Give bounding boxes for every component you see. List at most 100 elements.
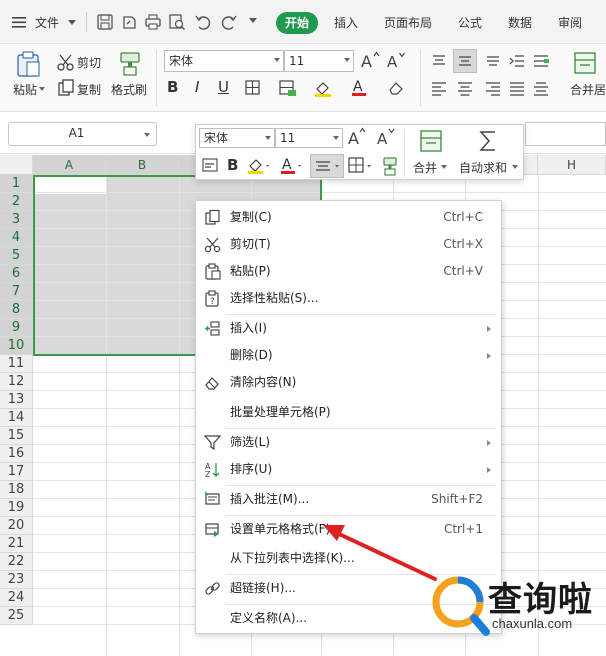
- align-left-icon[interactable]: [430, 79, 448, 97]
- paste-button[interactable]: 粘贴: [13, 81, 37, 98]
- row-header[interactable]: 3: [0, 211, 33, 229]
- row-header[interactable]: 5: [0, 247, 33, 265]
- align-center-icon[interactable]: [456, 79, 474, 97]
- tab-home[interactable]: 开始: [276, 12, 318, 34]
- undo-icon[interactable]: [194, 13, 212, 31]
- fill-color-icon[interactable]: [313, 79, 333, 97]
- menu-item-sort[interactable]: AZ 排序(U): [196, 456, 501, 483]
- file-menu[interactable]: 文件: [35, 12, 59, 34]
- align-middle-icon[interactable]: [453, 49, 477, 73]
- tab-formulas[interactable]: 公式: [458, 12, 482, 34]
- menu-item-batch-process[interactable]: 批量处理单元格(P): [196, 399, 501, 426]
- increase-font-icon[interactable]: A: [347, 127, 367, 147]
- menu-item-cut[interactable]: 剪切(T) Ctrl+X: [196, 231, 501, 258]
- cut-button[interactable]: 剪切: [77, 54, 101, 71]
- row-header[interactable]: 20: [0, 517, 33, 535]
- menu-item-insert-comment[interactable]: 插入批注(M)... Shift+F2: [196, 486, 501, 513]
- menu-item-insert[interactable]: 插入(I): [196, 315, 501, 342]
- sigma-icon[interactable]: [477, 128, 499, 154]
- row-header[interactable]: 22: [0, 553, 33, 571]
- clear-format-icon[interactable]: [387, 79, 405, 97]
- print-preview-icon[interactable]: [168, 13, 186, 31]
- row-header[interactable]: 2: [0, 193, 33, 211]
- row-header[interactable]: 1: [0, 175, 33, 193]
- italic-icon[interactable]: I: [195, 78, 211, 96]
- decrease-font-icon[interactable]: A: [386, 50, 406, 70]
- tab-page-layout[interactable]: 页面布局: [384, 12, 432, 34]
- align-right-icon[interactable]: [484, 79, 502, 97]
- mini-font-size-select[interactable]: 11: [275, 128, 343, 148]
- row-header[interactable]: 24: [0, 589, 33, 607]
- fill-color-icon[interactable]: [247, 156, 273, 176]
- chevron-down-icon[interactable]: [39, 87, 45, 91]
- row-header[interactable]: 18: [0, 481, 33, 499]
- row-header[interactable]: 6: [0, 265, 33, 283]
- scissors-icon[interactable]: [56, 52, 76, 72]
- menu-item-copy[interactable]: 复制(C) Ctrl+C: [196, 204, 501, 231]
- menu-item-paste-special[interactable]: ? 选择性粘贴(S)...: [196, 285, 501, 312]
- decrease-font-icon[interactable]: A: [376, 127, 396, 147]
- row-header[interactable]: 8: [0, 301, 33, 319]
- row-header[interactable]: 4: [0, 229, 33, 247]
- align-center-icon[interactable]: [310, 154, 344, 178]
- align-top-icon[interactable]: [430, 52, 448, 70]
- indent-icon[interactable]: [508, 52, 526, 70]
- column-header-h[interactable]: H: [538, 155, 606, 175]
- row-header[interactable]: 15: [0, 427, 33, 445]
- row-header[interactable]: 9: [0, 319, 33, 337]
- font-name-select[interactable]: 宋体: [164, 50, 284, 72]
- row-header[interactable]: 25: [0, 607, 33, 625]
- distribute-icon[interactable]: [532, 79, 550, 97]
- row-header[interactable]: 17: [0, 463, 33, 481]
- format-painter-icon[interactable]: [381, 156, 399, 176]
- border-icon[interactable]: [347, 156, 375, 176]
- bold-icon[interactable]: B: [227, 156, 241, 174]
- copy-icon[interactable]: [56, 78, 76, 98]
- menu-item-filter[interactable]: 筛选(L): [196, 429, 501, 456]
- merge-center-icon[interactable]: [572, 50, 598, 76]
- paste-icon[interactable]: [14, 50, 42, 78]
- chevron-down-icon[interactable]: [144, 133, 150, 137]
- column-header-a[interactable]: A: [33, 155, 106, 175]
- tab-review[interactable]: 审阅: [558, 12, 582, 34]
- hamburger-icon[interactable]: [12, 15, 26, 29]
- customize-quick-access-icon[interactable]: [249, 18, 257, 23]
- row-header[interactable]: 21: [0, 535, 33, 553]
- row-header[interactable]: 12: [0, 373, 33, 391]
- format-painter-icon[interactable]: [117, 50, 143, 78]
- font-color-icon[interactable]: A: [279, 155, 305, 177]
- menu-item-clear-contents[interactable]: 清除内容(N): [196, 369, 501, 396]
- row-header[interactable]: 13: [0, 391, 33, 409]
- autosum-button[interactable]: 自动求和: [459, 159, 507, 176]
- column-header-b[interactable]: B: [106, 155, 179, 175]
- select-all-corner[interactable]: [0, 155, 33, 175]
- font-color-icon[interactable]: A: [350, 77, 368, 97]
- save-icon[interactable]: [96, 13, 114, 31]
- row-header[interactable]: 14: [0, 409, 33, 427]
- row-header[interactable]: 10: [0, 337, 33, 355]
- border-icon[interactable]: [244, 79, 262, 97]
- menu-item-paste[interactable]: 粘贴(P) Ctrl+V: [196, 258, 501, 285]
- tab-insert[interactable]: 插入: [334, 12, 358, 34]
- wrap-icon[interactable]: [532, 52, 550, 70]
- row-header[interactable]: 19: [0, 499, 33, 517]
- wrap-text-icon[interactable]: [201, 156, 219, 174]
- copy-button[interactable]: 复制: [77, 81, 101, 98]
- formula-input[interactable]: [525, 122, 606, 146]
- bold-icon[interactable]: B: [167, 78, 183, 96]
- underline-icon[interactable]: U: [218, 78, 234, 96]
- export-icon[interactable]: [120, 13, 138, 31]
- tab-data[interactable]: 数据: [508, 12, 532, 34]
- name-box[interactable]: A1: [8, 122, 157, 146]
- font-size-select[interactable]: 11: [284, 50, 354, 72]
- menu-item-delete[interactable]: 删除(D): [196, 342, 501, 369]
- chevron-down-icon[interactable]: [441, 165, 447, 169]
- increase-font-icon[interactable]: A: [360, 50, 380, 70]
- row-header[interactable]: 11: [0, 355, 33, 373]
- fill-style-icon[interactable]: [278, 79, 298, 97]
- row-header[interactable]: 23: [0, 571, 33, 589]
- row-header[interactable]: 7: [0, 283, 33, 301]
- align-bottom-icon[interactable]: [484, 52, 502, 70]
- merge-center-icon[interactable]: [418, 129, 444, 153]
- format-painter-button[interactable]: 格式刷: [111, 81, 147, 98]
